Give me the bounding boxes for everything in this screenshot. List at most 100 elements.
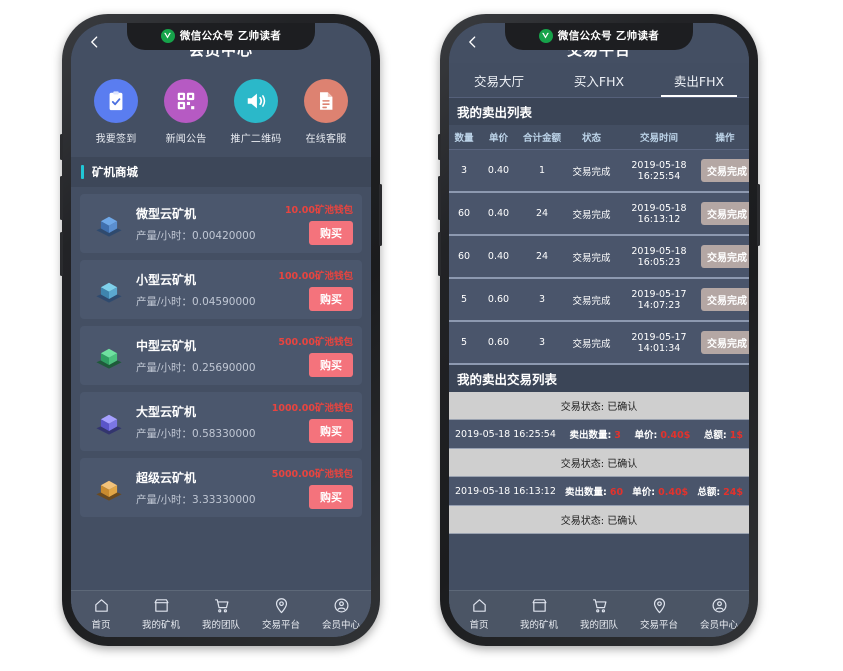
- cell-time: 2019-05-18 16:25:54: [617, 149, 701, 192]
- tabbar-item-my-miners[interactable]: 我的矿机: [133, 597, 189, 631]
- phone-left-volume-up-button[interactable]: [60, 176, 63, 220]
- phone-left-volume-down-button[interactable]: [60, 232, 63, 276]
- clipboard-check-icon: [94, 79, 138, 123]
- bottom-tabbar: 首页 我的矿机 我的团队 交易平台 会员中心: [71, 590, 371, 637]
- tabbar-item-trading[interactable]: 交易平台: [253, 597, 309, 631]
- tabbar-item-home[interactable]: 首页: [451, 597, 507, 631]
- cube-lightblue-icon: [88, 269, 130, 311]
- back-button[interactable]: [83, 29, 105, 55]
- table-row[interactable]: 5 0.60 3 交易完成 2019-05-17 14:01:34 交易完成: [449, 321, 749, 364]
- table-body: 3 0.40 1 交易完成 2019-05-18 16:25:54 交易完成 6…: [449, 149, 749, 364]
- cell-total: 1: [518, 149, 566, 192]
- tabbar-item-trading[interactable]: 交易平台: [631, 597, 687, 631]
- back-button[interactable]: [461, 29, 483, 55]
- phone-left-power-button[interactable]: [379, 184, 382, 246]
- cell-state: 交易完成: [566, 278, 617, 321]
- tx-qty: 卖出数量: 60: [565, 487, 624, 498]
- table-row[interactable]: 5 0.60 3 交易完成 2019-05-17 14:07:23 交易完成: [449, 278, 749, 321]
- cell-state: 交易完成: [566, 321, 617, 364]
- cell-total: 24: [518, 192, 566, 235]
- trade-done-button[interactable]: 交易完成: [701, 159, 749, 182]
- buy-button[interactable]: 购买: [309, 485, 353, 509]
- cell-action: 交易完成: [701, 149, 749, 192]
- col-price: 单价: [479, 125, 518, 150]
- phone-right-body: 交易大厅 买入FHX 卖出FHX 我的卖出列表 数量 单价 合计金额 状态 交易…: [449, 63, 749, 637]
- cell-state: 交易完成: [566, 235, 617, 278]
- phone-left-mute-button[interactable]: [60, 134, 63, 160]
- tx-detail-row[interactable]: 2019-05-18 16:25:54 卖出数量: 3 单价: 0.40$ 总额…: [449, 420, 749, 449]
- miner-list-item[interactable]: 超级云矿机 产量/小时：3.33330000 5000.00矿池钱包 购买: [80, 458, 362, 517]
- cube-blue-icon: [88, 203, 130, 245]
- tabbar-item-my-miners[interactable]: 我的矿机: [511, 597, 567, 631]
- miner-actions: 500.00矿池钱包 购买: [278, 326, 353, 385]
- v-logo-icon: [160, 28, 175, 43]
- miner-list-item[interactable]: 小型云矿机 产量/小时：0.04590000 100.00矿池钱包 购买: [80, 260, 362, 319]
- tabbar-item-my-team[interactable]: 我的团队: [193, 597, 249, 631]
- trading-tabs: 交易大厅 买入FHX 卖出FHX: [449, 63, 749, 98]
- qrcode-icon: [164, 79, 208, 123]
- sell-list-table: 数量 单价 合计金额 状态 交易时间 操作 3 0.40 1 交易完成 2019…: [449, 125, 749, 365]
- cell-qty: 5: [449, 321, 479, 364]
- miner-price: 1000.00矿池钱包: [271, 403, 353, 414]
- table-row[interactable]: 60 0.40 24 交易完成 2019-05-18 16:05:23 交易完成: [449, 235, 749, 278]
- tx-list: 交易状态: 已确认 2019-05-18 16:25:54 卖出数量: 3 单价…: [449, 392, 749, 534]
- tabbar-label: 我的团队: [201, 620, 240, 631]
- col-total: 合计金额: [518, 125, 566, 150]
- miner-list-item[interactable]: 微型云矿机 产量/小时：0.00420000 10.00矿池钱包 购买: [80, 194, 362, 253]
- cell-price: 0.60: [479, 321, 518, 364]
- tab-trading-hall[interactable]: 交易大厅: [449, 63, 549, 97]
- buy-button[interactable]: 购买: [309, 287, 353, 311]
- tabbar-label: 交易平台: [639, 620, 678, 631]
- phone-right-volume-up-button[interactable]: [438, 176, 441, 220]
- tx-price: 单价: 0.40$: [634, 430, 691, 441]
- tx-date: 2019-05-18 16:25:54: [455, 428, 556, 440]
- trade-done-button[interactable]: 交易完成: [701, 202, 749, 225]
- table-row[interactable]: 60 0.40 24 交易完成 2019-05-18 16:13:12 交易完成: [449, 192, 749, 235]
- tx-detail-row[interactable]: 2019-05-18 16:13:12 卖出数量: 60 单价: 0.40$ 总…: [449, 477, 749, 506]
- quick-action-promo-qr[interactable]: 推广二维码: [225, 79, 287, 145]
- tx-qty: 卖出数量: 3: [569, 430, 621, 441]
- miner-list-item[interactable]: 大型云矿机 产量/小时：0.58330000 1000.00矿池钱包 购买: [80, 392, 362, 451]
- miner-actions: 1000.00矿池钱包 购买: [272, 392, 353, 451]
- cell-qty: 3: [449, 149, 479, 192]
- buy-button[interactable]: 购买: [309, 353, 353, 377]
- miner-price: 500.00矿池钱包: [278, 337, 353, 348]
- wechat-account-label: 微信公众号 乙帅读者: [557, 30, 660, 42]
- buy-button[interactable]: 购买: [309, 419, 353, 443]
- cell-time: 2019-05-18 16:13:12: [617, 192, 701, 235]
- col-op: 操作: [701, 125, 749, 150]
- phone-right-mute-button[interactable]: [438, 134, 441, 160]
- tabbar-label: 交易平台: [261, 620, 300, 631]
- cell-state: 交易完成: [566, 149, 617, 192]
- tx-list-title: 我的卖出交易列表: [449, 365, 749, 392]
- tabbar-item-member-center[interactable]: 会员中心: [313, 597, 369, 631]
- section-accent-bar: [81, 165, 84, 179]
- miner-list-item[interactable]: 中型云矿机 产量/小时：0.25690000 500.00矿池钱包 购买: [80, 326, 362, 385]
- quick-action-support[interactable]: 在线客服: [295, 79, 357, 145]
- cell-price: 0.40: [479, 235, 518, 278]
- quick-action-checkin[interactable]: 我要签到: [85, 79, 147, 145]
- phone-left-body: 我要签到 新闻公告 推广二维码 在线客服 矿机商城 微型云矿机 产量/小时：0.…: [71, 63, 371, 637]
- cell-price: 0.40: [479, 149, 518, 192]
- miner-actions: 10.00矿池钱包 购买: [285, 194, 353, 253]
- tab-buy-fhx[interactable]: 买入FHX: [549, 63, 649, 97]
- trade-done-button[interactable]: 交易完成: [701, 331, 749, 354]
- tabbar-item-my-team[interactable]: 我的团队: [571, 597, 627, 631]
- tabbar-item-home[interactable]: 首页: [73, 597, 129, 631]
- tabbar-label: 首页: [469, 620, 489, 631]
- phone-right-power-button[interactable]: [757, 184, 760, 246]
- tab-sell-fhx[interactable]: 卖出FHX: [649, 63, 749, 97]
- tabbar-item-member-center[interactable]: 会员中心: [691, 597, 747, 631]
- quick-actions-row: 我要签到 新闻公告 推广二维码 在线客服: [71, 63, 371, 157]
- quick-action-news[interactable]: 新闻公告: [155, 79, 217, 145]
- tx-status-row: 交易状态: 已确认: [449, 392, 749, 420]
- buy-button[interactable]: 购买: [309, 221, 353, 245]
- table-row[interactable]: 3 0.40 1 交易完成 2019-05-18 16:25:54 交易完成: [449, 149, 749, 192]
- trade-done-button[interactable]: 交易完成: [701, 245, 749, 268]
- cube-orange-icon: [88, 467, 130, 509]
- table-head: 数量 单价 合计金额 状态 交易时间 操作: [449, 125, 749, 150]
- phone-right-screen: 微信公众号 乙帅读者 交易平台 交易大厅 买入FHX 卖出FHX 我的卖出列表: [449, 23, 749, 637]
- trade-done-button[interactable]: 交易完成: [701, 288, 749, 311]
- col-qty: 数量: [449, 125, 479, 150]
- phone-right-volume-down-button[interactable]: [438, 232, 441, 276]
